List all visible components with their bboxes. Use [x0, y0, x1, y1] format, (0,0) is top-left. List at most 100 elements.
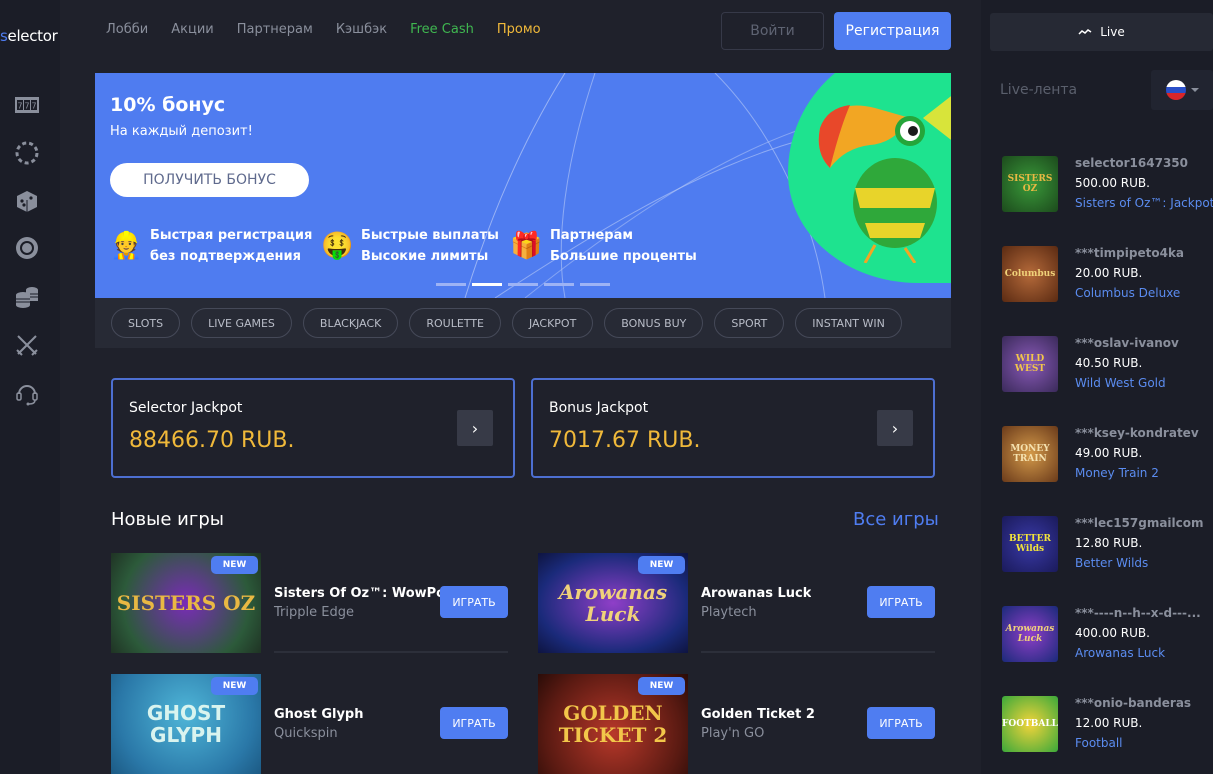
slide-indicator-4[interactable] — [544, 283, 574, 286]
top-nav: Лобби Акции Партнерам Кэшбэк Free Cash П… — [106, 22, 541, 37]
nav-lobby[interactable]: Лобби — [106, 22, 148, 37]
game-thumbnail[interactable]: GHOST GLYPH NEW — [111, 674, 261, 774]
category-jackpot[interactable]: JACKPOT — [512, 308, 594, 338]
target-chip-icon[interactable] — [14, 235, 40, 261]
chevron-right-icon[interactable]: › — [457, 410, 493, 446]
feed-game-thumbnail: FOOTBALL — [1002, 696, 1058, 752]
russia-flag-icon — [1166, 80, 1186, 100]
game-thumbnail[interactable]: GOLDEN TICKET 2 NEW — [538, 674, 688, 774]
play-button[interactable]: ИГРАТЬ — [440, 707, 508, 739]
feed-item[interactable]: FOOTBALL ***onio-banderas 12.00 RUB. Foo… — [990, 688, 1213, 768]
svg-text:7: 7 — [31, 102, 36, 111]
all-games-link[interactable]: Все игры — [853, 509, 939, 530]
game-thumbnail[interactable]: Arowanas Luck NEW — [538, 553, 688, 653]
caret-down-icon — [1191, 88, 1199, 92]
crossed-swords-icon[interactable] — [14, 332, 40, 358]
jackpot-name: Bonus Jackpot — [549, 400, 649, 416]
jackpot-value: 7017.67 RUB. — [549, 428, 701, 453]
feature-line: Быстрые выплаты — [361, 228, 499, 243]
dice-icon[interactable] — [14, 188, 40, 214]
nav-promotions[interactable]: Акции — [171, 22, 214, 37]
slide-indicator-5[interactable] — [580, 283, 610, 286]
feed-game-link[interactable]: Sisters of Oz™: Jackpots — [1075, 196, 1213, 210]
feed-amount: 49.00 RUB. — [1075, 446, 1143, 460]
register-button[interactable]: Регистрация — [834, 12, 951, 50]
left-sidebar: selector 777 — [0, 0, 60, 774]
feature-line: Высокие лимиты — [361, 249, 489, 264]
logo[interactable]: selector — [0, 27, 58, 45]
feature-line: Большие проценты — [550, 249, 697, 264]
jackpot-card-selector[interactable]: Selector Jackpot 88466.70 RUB. › — [111, 378, 515, 478]
jackpot-name: Selector Jackpot — [129, 400, 243, 416]
feed-item[interactable]: MONEY TRAIN ***ksey-kondratev 49.00 RUB.… — [990, 418, 1213, 498]
category-bonus-buy[interactable]: BONUS BUY — [604, 308, 704, 338]
jackpot-card-bonus[interactable]: Bonus Jackpot 7017.67 RUB. › — [531, 378, 935, 478]
feature-partners: 🎁 Партнерам Большие проценты — [510, 225, 697, 267]
game-title: Sisters Of Oz™: WowPot!™ — [274, 586, 449, 601]
category-blackjack[interactable]: BLACKJACK — [302, 308, 399, 338]
svg-text:7: 7 — [24, 102, 29, 111]
game-provider: Playtech — [701, 605, 757, 620]
category-instant-win[interactable]: INSTANT WIN — [795, 308, 902, 338]
login-button[interactable]: Войти — [721, 12, 824, 50]
jackpot-value: 88466.70 RUB. — [129, 428, 295, 453]
feed-item[interactable]: Columbus ***timpipeto4ka 20.00 RUB. Colu… — [990, 238, 1213, 318]
category-roulette[interactable]: ROULETTE — [409, 308, 501, 338]
feed-item[interactable]: WILD WEST ***oslav-ivanov 40.50 RUB. Wil… — [990, 328, 1213, 408]
feature-line: Партнерам — [550, 228, 633, 243]
feed-game-link[interactable]: Wild West Gold — [1075, 376, 1166, 390]
slide-indicator-3[interactable] — [508, 283, 538, 286]
play-button[interactable]: ИГРАТЬ — [440, 586, 508, 618]
nav-partners[interactable]: Партнерам — [237, 22, 313, 37]
nav-promo[interactable]: Промо — [497, 22, 541, 37]
feed-user: ***oslav-ivanov — [1075, 336, 1179, 350]
feed-game-link[interactable]: Columbus Deluxe — [1075, 286, 1180, 300]
game-provider: Quickspin — [274, 726, 338, 741]
category-live-games[interactable]: LIVE GAMES — [191, 308, 292, 338]
feed-item[interactable]: BETTER Wilds ***lec157gmailcom 12.80 RUB… — [990, 508, 1213, 588]
divider — [274, 651, 508, 653]
language-selector[interactable] — [1151, 70, 1213, 110]
feed-game-link[interactable]: Money Train 2 — [1075, 466, 1159, 480]
game-title: Golden Ticket 2 — [701, 707, 815, 722]
feed-item[interactable]: SISTERS OZ selector1647350 500.00 RUB. S… — [990, 148, 1213, 228]
feed-game-thumbnail: Columbus — [1002, 246, 1058, 302]
nav-free-cash[interactable]: Free Cash — [410, 22, 474, 37]
trend-line-icon — [1078, 29, 1092, 35]
nav-cashback[interactable]: Кэшбэк — [336, 22, 387, 37]
game-provider: Tripple Edge — [274, 605, 354, 620]
category-slots[interactable]: SLOTS — [111, 308, 181, 338]
live-tab[interactable]: Live — [990, 13, 1213, 51]
feed-game-thumbnail: BETTER Wilds — [1002, 516, 1058, 572]
game-provider: Play'n GO — [701, 726, 765, 741]
feed-game-link[interactable]: Football — [1075, 736, 1123, 750]
feed-game-thumbnail: WILD WEST — [1002, 336, 1058, 392]
roulette-ring-icon[interactable] — [14, 140, 40, 166]
chevron-right-icon[interactable]: › — [877, 410, 913, 446]
game-title: Arowanas Luck — [701, 586, 812, 601]
slots-777-icon[interactable]: 777 — [14, 92, 40, 118]
gift-icon: 🎁 — [510, 231, 543, 261]
new-badge: NEW — [211, 677, 258, 695]
play-button[interactable]: ИГРАТЬ — [867, 586, 935, 618]
feed-amount: 12.00 RUB. — [1075, 716, 1143, 730]
feed-game-link[interactable]: Arowanas Luck — [1075, 646, 1165, 660]
category-sport[interactable]: SPORT — [714, 308, 785, 338]
slide-indicator-1[interactable] — [436, 283, 466, 286]
get-bonus-button[interactable]: ПОЛУЧИТЬ БОНУС — [110, 163, 309, 197]
slide-indicator-2[interactable] — [472, 283, 502, 286]
feature-line: без подтверждения — [150, 249, 301, 264]
promo-banner: 10% бонус На каждый депозит! ПОЛУЧИТЬ БО… — [95, 73, 951, 298]
feed-game-link[interactable]: Better Wilds — [1075, 556, 1148, 570]
slide-indicators — [436, 283, 610, 286]
new-badge: NEW — [638, 677, 685, 695]
user-laptop-icon: 👷 — [110, 231, 143, 261]
feed-user: ***ksey-kondratev — [1075, 426, 1199, 440]
feed-amount: 20.00 RUB. — [1075, 266, 1143, 280]
game-thumbnail[interactable]: SISTERS OZ NEW — [111, 553, 261, 653]
headset-support-icon[interactable] — [14, 380, 40, 406]
play-button[interactable]: ИГРАТЬ — [867, 707, 935, 739]
feed-item[interactable]: Arowanas Luck ***----n--h--x-d---... 400… — [990, 598, 1213, 678]
toucan-mascot-image — [818, 96, 951, 263]
coins-stack-icon[interactable] — [14, 283, 40, 309]
